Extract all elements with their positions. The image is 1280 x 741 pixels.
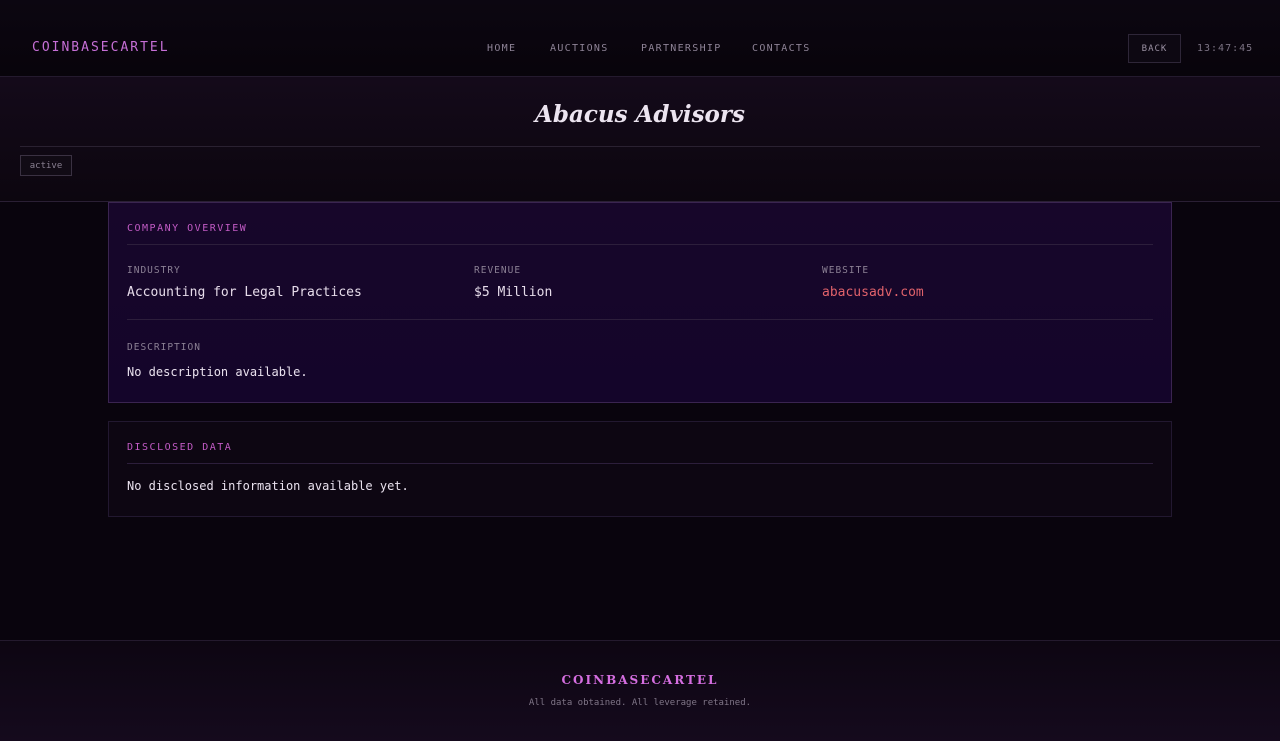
disclosed-heading: DISCLOSED DATA <box>127 442 233 453</box>
company-title-band: Abacus Advisors active <box>0 77 1280 202</box>
revenue-value: $5 Million <box>474 285 553 300</box>
clock-display: 13:47:45 <box>1197 43 1254 54</box>
disclosed-data-card: DISCLOSED DATA No disclosed information … <box>108 421 1172 517</box>
status-badge: active <box>20 155 72 176</box>
nav-auctions[interactable]: AUCTIONS <box>550 43 609 54</box>
footer-tagline: All data obtained. All leverage retained… <box>528 698 752 708</box>
description-value: No description available. <box>127 365 308 379</box>
back-button[interactable]: BACK <box>1128 34 1181 63</box>
overview-divider <box>127 244 1153 245</box>
nav-home[interactable]: HOME <box>487 43 516 54</box>
title-divider <box>20 146 1260 147</box>
disclosed-divider <box>127 463 1153 464</box>
overview-heading: COMPANY OVERVIEW <box>127 223 248 234</box>
top-navigation-bar: COINBASECARTEL HOME AUCTIONS PARTNERSHIP… <box>0 0 1280 77</box>
page-title: Abacus Advisors <box>535 101 745 128</box>
overview-inner-divider <box>127 319 1153 320</box>
site-logo[interactable]: COINBASECARTEL <box>32 40 170 55</box>
nav-partnership[interactable]: PARTNERSHIP <box>641 43 722 54</box>
industry-label: INDUSTRY <box>127 265 181 276</box>
company-overview-card: COMPANY OVERVIEW INDUSTRY Accounting for… <box>108 202 1172 403</box>
nav-contacts[interactable]: CONTACTS <box>752 43 811 54</box>
website-link[interactable]: abacusadv.com <box>822 285 924 300</box>
industry-value: Accounting for Legal Practices <box>127 285 362 300</box>
website-label: WEBSITE <box>822 265 870 276</box>
description-label: DESCRIPTION <box>127 342 201 353</box>
disclosed-text: No disclosed information available yet. <box>127 479 409 493</box>
company-detail-page: COINBASECARTEL HOME AUCTIONS PARTNERSHIP… <box>0 0 1280 741</box>
footer-brand: COINBASECARTEL <box>561 673 719 687</box>
revenue-label: REVENUE <box>474 265 522 276</box>
site-footer: COINBASECARTEL All data obtained. All le… <box>0 640 1280 741</box>
